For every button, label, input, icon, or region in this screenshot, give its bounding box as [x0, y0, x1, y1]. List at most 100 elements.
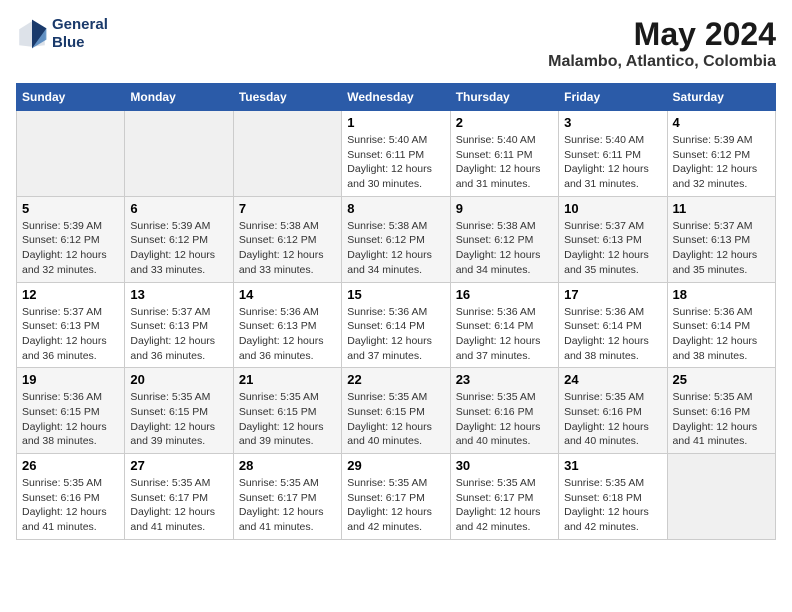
day-number: 21 — [239, 372, 336, 387]
calendar-week-row: 1 Sunrise: 5:40 AMSunset: 6:11 PMDaylight… — [17, 111, 776, 197]
day-info: Sunrise: 5:38 AMSunset: 6:12 PMDaylight:… — [456, 219, 553, 278]
col-thursday: Thursday — [450, 84, 558, 111]
calendar-cell: 2 Sunrise: 5:40 AMSunset: 6:11 PMDaylight… — [450, 111, 558, 197]
day-number: 8 — [347, 201, 444, 216]
calendar-cell — [667, 454, 775, 540]
day-number: 31 — [564, 458, 661, 473]
calendar-cell: 22 Sunrise: 5:35 AMSunset: 6:15 PMDayligh… — [342, 368, 450, 454]
calendar-cell: 8 Sunrise: 5:38 AMSunset: 6:12 PMDaylight… — [342, 196, 450, 282]
day-number: 10 — [564, 201, 661, 216]
day-info: Sunrise: 5:37 AMSunset: 6:13 PMDaylight:… — [130, 305, 227, 364]
calendar-header-row: Sunday Monday Tuesday Wednesday Thursday… — [17, 84, 776, 111]
day-info: Sunrise: 5:38 AMSunset: 6:12 PMDaylight:… — [347, 219, 444, 278]
calendar-cell: 25Sunrise: 5:35 AMSunset: 6:16 PMDayligh… — [667, 368, 775, 454]
calendar-cell — [125, 111, 233, 197]
day-number: 23 — [456, 372, 553, 387]
calendar-cell: 29 Sunrise: 5:35 AMSunset: 6:17 PMDayligh… — [342, 454, 450, 540]
day-number: 16 — [456, 287, 553, 302]
day-info: Sunrise: 5:37 AMSunset: 6:13 PMDaylight:… — [673, 219, 770, 278]
calendar-cell: 10 Sunrise: 5:37 AMSunset: 6:13 PMDayligh… — [559, 196, 667, 282]
calendar-cell: 26 Sunrise: 5:35 AMSunset: 6:16 PMDayligh… — [17, 454, 125, 540]
day-info: Sunrise: 5:40 AMSunset: 6:11 PMDaylight:… — [564, 133, 661, 192]
calendar-cell: 28 Sunrise: 5:35 AMSunset: 6:17 PMDayligh… — [233, 454, 341, 540]
day-number: 1 — [347, 115, 444, 130]
day-number: 14 — [239, 287, 336, 302]
calendar-week-row: 19Sunrise: 5:36 AMSunset: 6:15 PMDayligh… — [17, 368, 776, 454]
calendar-cell: 18Sunrise: 5:36 AMSunset: 6:14 PMDayligh… — [667, 282, 775, 368]
calendar-cell: 1 Sunrise: 5:40 AMSunset: 6:11 PMDaylight… — [342, 111, 450, 197]
day-info: Sunrise: 5:37 AMSunset: 6:13 PMDaylight:… — [22, 305, 119, 364]
day-info: Sunrise: 5:38 AMSunset: 6:12 PMDaylight:… — [239, 219, 336, 278]
day-number: 28 — [239, 458, 336, 473]
calendar-cell: 19Sunrise: 5:36 AMSunset: 6:15 PMDayligh… — [17, 368, 125, 454]
calendar-cell: 23 Sunrise: 5:35 AMSunset: 6:16 PMDayligh… — [450, 368, 558, 454]
calendar-cell: 13 Sunrise: 5:37 AMSunset: 6:13 PMDayligh… — [125, 282, 233, 368]
calendar-week-row: 5 Sunrise: 5:39 AMSunset: 6:12 PMDaylight… — [17, 196, 776, 282]
day-info: Sunrise: 5:36 AMSunset: 6:14 PMDaylight:… — [673, 305, 770, 364]
calendar-cell: 5 Sunrise: 5:39 AMSunset: 6:12 PMDaylight… — [17, 196, 125, 282]
calendar-week-row: 12 Sunrise: 5:37 AMSunset: 6:13 PMDayligh… — [17, 282, 776, 368]
day-info: Sunrise: 5:35 AMSunset: 6:15 PMDaylight:… — [130, 390, 227, 449]
calendar-cell: 16 Sunrise: 5:36 AMSunset: 6:14 PMDayligh… — [450, 282, 558, 368]
col-friday: Friday — [559, 84, 667, 111]
calendar-cell: 30 Sunrise: 5:35 AMSunset: 6:17 PMDayligh… — [450, 454, 558, 540]
day-info: Sunrise: 5:36 AMSunset: 6:13 PMDaylight:… — [239, 305, 336, 364]
calendar-cell: 27Sunrise: 5:35 AMSunset: 6:17 PMDayligh… — [125, 454, 233, 540]
day-info: Sunrise: 5:35 AMSunset: 6:15 PMDaylight:… — [347, 390, 444, 449]
day-number: 6 — [130, 201, 227, 216]
day-number: 11 — [673, 201, 770, 216]
calendar-cell: 7 Sunrise: 5:38 AMSunset: 6:12 PMDaylight… — [233, 196, 341, 282]
col-wednesday: Wednesday — [342, 84, 450, 111]
calendar-cell — [17, 111, 125, 197]
day-info: Sunrise: 5:35 AMSunset: 6:16 PMDaylight:… — [673, 390, 770, 449]
day-info: Sunrise: 5:36 AMSunset: 6:15 PMDaylight:… — [22, 390, 119, 449]
calendar-cell: 21 Sunrise: 5:35 AMSunset: 6:15 PMDayligh… — [233, 368, 341, 454]
day-info: Sunrise: 5:35 AMSunset: 6:17 PMDaylight:… — [130, 476, 227, 535]
day-info: Sunrise: 5:36 AMSunset: 6:14 PMDaylight:… — [456, 305, 553, 364]
day-info: Sunrise: 5:35 AMSunset: 6:17 PMDaylight:… — [239, 476, 336, 535]
day-number: 17 — [564, 287, 661, 302]
day-info: Sunrise: 5:35 AMSunset: 6:15 PMDaylight:… — [239, 390, 336, 449]
day-number: 2 — [456, 115, 553, 130]
day-number: 22 — [347, 372, 444, 387]
calendar-cell: 31Sunrise: 5:35 AMSunset: 6:18 PMDayligh… — [559, 454, 667, 540]
day-number: 26 — [22, 458, 119, 473]
day-info: Sunrise: 5:35 AMSunset: 6:16 PMDaylight:… — [456, 390, 553, 449]
calendar-cell: 3 Sunrise: 5:40 AMSunset: 6:11 PMDaylight… — [559, 111, 667, 197]
day-number: 5 — [22, 201, 119, 216]
col-tuesday: Tuesday — [233, 84, 341, 111]
day-info: Sunrise: 5:39 AMSunset: 6:12 PMDaylight:… — [22, 219, 119, 278]
calendar-cell: 6Sunrise: 5:39 AMSunset: 6:12 PMDaylight… — [125, 196, 233, 282]
calendar-cell: 4Sunrise: 5:39 AMSunset: 6:12 PMDaylight… — [667, 111, 775, 197]
day-number: 7 — [239, 201, 336, 216]
day-info: Sunrise: 5:40 AMSunset: 6:11 PMDaylight:… — [347, 133, 444, 192]
subtitle: Malambo, Atlantico, Colombia — [548, 53, 776, 71]
calendar-cell: 17 Sunrise: 5:36 AMSunset: 6:14 PMDayligh… — [559, 282, 667, 368]
col-sunday: Sunday — [17, 84, 125, 111]
calendar-cell: 12 Sunrise: 5:37 AMSunset: 6:13 PMDayligh… — [17, 282, 125, 368]
calendar-week-row: 26 Sunrise: 5:35 AMSunset: 6:16 PMDayligh… — [17, 454, 776, 540]
logo-icon — [16, 18, 48, 50]
day-number: 3 — [564, 115, 661, 130]
day-number: 20 — [130, 372, 227, 387]
main-title: May 2024 — [548, 16, 776, 53]
calendar-cell: 15Sunrise: 5:36 AMSunset: 6:14 PMDayligh… — [342, 282, 450, 368]
title-block: May 2024 Malambo, Atlantico, Colombia — [548, 16, 776, 71]
day-number: 24 — [564, 372, 661, 387]
day-info: Sunrise: 5:37 AMSunset: 6:13 PMDaylight:… — [564, 219, 661, 278]
logo-text: General Blue — [52, 16, 108, 52]
day-info: Sunrise: 5:35 AMSunset: 6:17 PMDaylight:… — [347, 476, 444, 535]
day-number: 4 — [673, 115, 770, 130]
logo: General Blue — [16, 16, 108, 52]
calendar-cell — [233, 111, 341, 197]
day-number: 13 — [130, 287, 227, 302]
day-number: 9 — [456, 201, 553, 216]
day-info: Sunrise: 5:40 AMSunset: 6:11 PMDaylight:… — [456, 133, 553, 192]
day-info: Sunrise: 5:35 AMSunset: 6:16 PMDaylight:… — [22, 476, 119, 535]
day-info: Sunrise: 5:36 AMSunset: 6:14 PMDaylight:… — [564, 305, 661, 364]
day-info: Sunrise: 5:35 AMSunset: 6:17 PMDaylight:… — [456, 476, 553, 535]
day-number: 30 — [456, 458, 553, 473]
day-number: 12 — [22, 287, 119, 302]
day-number: 29 — [347, 458, 444, 473]
calendar-cell: 11 Sunrise: 5:37 AMSunset: 6:13 PMDayligh… — [667, 196, 775, 282]
